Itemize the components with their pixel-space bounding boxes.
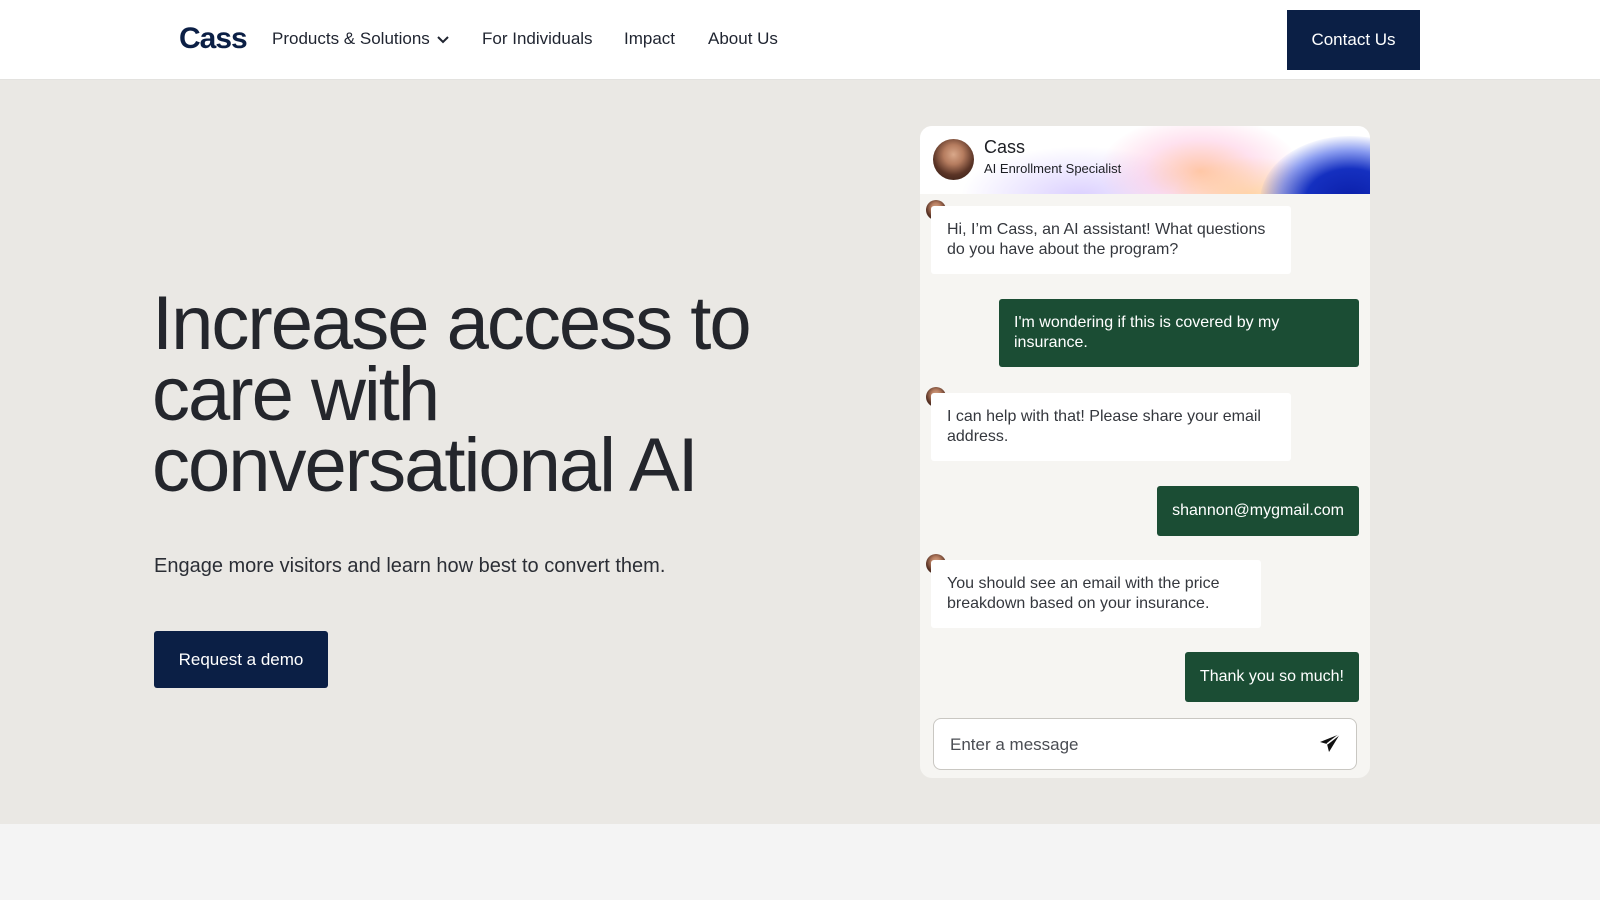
logo[interactable]: Cass	[179, 22, 248, 56]
request-demo-button[interactable]: Request a demo	[154, 631, 328, 688]
chevron-down-icon	[436, 29, 450, 51]
agent-name: Cass	[984, 137, 1026, 157]
lower-section	[0, 824, 1600, 900]
chat-message-bot: You should see an email with the price b…	[931, 560, 1261, 628]
chat-header: Cass AI Enrollment Specialist	[920, 126, 1370, 194]
hero-headline: Increase access to care with conversatio…	[152, 281, 752, 508]
chat-widget: Cass AI Enrollment Specialist Hi, I’m Ca…	[920, 126, 1370, 778]
nav-label: Products & Solutions	[272, 29, 430, 48]
chat-message-user: shannon@mygmail.com	[1157, 486, 1359, 536]
nav-for-individuals[interactable]: For Individuals	[482, 28, 593, 50]
message-input-container	[933, 718, 1357, 771]
contact-us-button[interactable]: Contact Us	[1287, 10, 1420, 70]
chat-message-user: I'm wondering if this is covered by my i…	[999, 299, 1359, 367]
nav-about-us[interactable]: About Us	[708, 28, 778, 50]
hero-subhead: Engage more visitors and learn how best …	[154, 555, 666, 577]
message-input[interactable]	[948, 719, 1312, 771]
chat-message-bot: I can help with that! Please share your …	[931, 393, 1291, 461]
send-button[interactable]	[1316, 731, 1344, 757]
agent-role: AI Enrollment Specialist	[984, 161, 1122, 176]
avatar	[933, 139, 974, 180]
send-icon	[1318, 732, 1342, 757]
top-nav: Cass Products & Solutions For Individual…	[0, 0, 1600, 80]
nav-impact[interactable]: Impact	[624, 28, 675, 50]
nav-products-solutions[interactable]: Products & Solutions	[272, 28, 450, 51]
chat-message-bot: Hi, I’m Cass, an AI assistant! What ques…	[931, 206, 1291, 274]
chat-message-user: Thank you so much!	[1184, 652, 1359, 702]
